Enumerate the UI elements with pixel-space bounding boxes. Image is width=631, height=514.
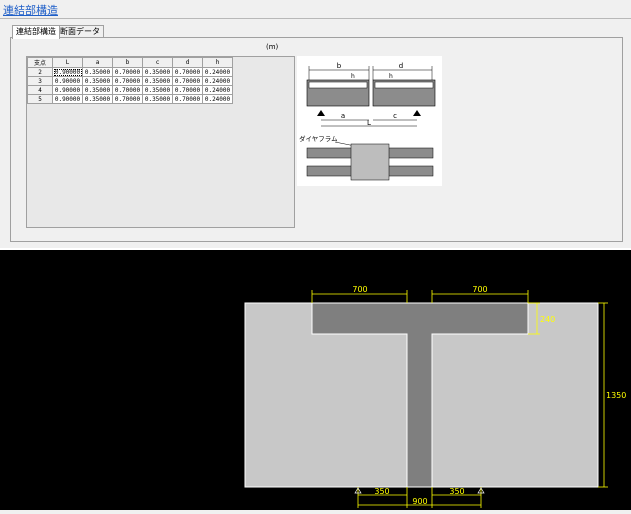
dim-height-label: 1350 [606,391,626,400]
table-cell[interactable]: 0.35000 [82,85,113,95]
table-cell[interactable]: 0.70000 [172,85,203,95]
table-cell[interactable]: 0.70000 [172,67,203,77]
label-c: c [393,112,397,120]
header-bar: 連結部構造 [0,0,631,19]
dim-left-top: 700 [352,285,367,294]
column-header[interactable]: 支点 [27,57,53,68]
table-row: 5 0.90000 0.35000 0.70000 0.35000 0.7000… [27,94,233,104]
dim-top [311,290,529,303]
dim-bottom-left: 350 [374,487,389,496]
support-table: 支点 L a b c d h 2 0.90000 0.35000 0.70000… [27,57,233,104]
table-cell[interactable]: 0.70000 [172,94,203,104]
dim-bottom-right: 350 [449,487,464,496]
table-cell[interactable]: 0.24000 [202,85,233,95]
table-cell[interactable]: 0.35000 [82,67,113,77]
label-a: a [341,112,345,120]
table-cell[interactable]: 0.35000 [142,85,173,95]
table-row: 3 0.90000 0.35000 0.70000 0.35000 0.7000… [27,76,233,86]
table-cell[interactable]: 0.70000 [172,76,203,86]
table-cell[interactable]: 0.35000 [82,76,113,86]
section-svg: 700 700 240 1350 350 350 900 [244,285,626,508]
unit-label: (m) [266,43,279,51]
table-cell[interactable]: 0.90000 [52,67,83,77]
table-cell[interactable]: 0.90000 [52,76,83,86]
table-cell[interactable]: 0.90000 [52,94,83,104]
row-header: 3 [27,76,53,86]
support-left-icon [317,110,325,116]
flange-left [308,81,368,89]
support-right-icon [413,110,421,116]
row-header: 2 [27,67,53,77]
table-cell[interactable]: 0.24000 [202,76,233,86]
diaphragm-block [350,143,390,181]
column-header[interactable]: h [202,57,233,68]
table-cell[interactable]: 0.24000 [202,67,233,77]
table-row: 2 0.90000 0.35000 0.70000 0.35000 0.7000… [27,67,233,77]
table-header-row: 支点 L a b c d h [27,57,233,68]
label-L: L [367,119,371,127]
label-b: b [337,62,342,70]
column-header[interactable]: a [82,57,113,68]
table-cell[interactable]: 0.35000 [142,76,173,86]
form-panel: 連結部構造 連結部構造 断面データ (m) 支点 L a b c d h 2 0… [0,0,631,250]
tab-renketsu[interactable]: 連結部構造 [12,25,60,39]
dim-right-top: 700 [472,285,487,294]
page-title: 連結部構造 [3,4,58,17]
table-cell[interactable]: 0.90000 [52,85,83,95]
schematic-svg: b d h h a c L ダイヤフラム [299,62,436,181]
tab-label: 連結部構造 [16,27,56,36]
table-cell[interactable]: 0.35000 [82,94,113,104]
label-h-right: h [389,73,393,80]
dim-flange-label: 240 [540,315,555,324]
table-cell[interactable]: 0.70000 [112,94,143,104]
column-header[interactable]: d [172,57,203,68]
table-row: 4 0.90000 0.35000 0.70000 0.35000 0.7000… [27,85,233,95]
label-d: d [399,62,403,70]
table-cell[interactable]: 0.35000 [142,94,173,104]
data-grid[interactable]: 支点 L a b c d h 2 0.90000 0.35000 0.70000… [26,56,295,228]
dim-bottom-total: 900 [412,497,427,506]
row-header: 5 [27,94,53,104]
tab-label: 断面データ [60,27,100,36]
flange-right [374,81,434,89]
column-header[interactable]: b [112,57,143,68]
label-diaphragm: ダイヤフラム [299,134,338,143]
column-header[interactable]: L [52,57,83,68]
table-cell[interactable]: 0.70000 [112,85,143,95]
column-header[interactable]: c [142,57,173,68]
label-h-left: h [351,73,355,80]
schematic-diagram: b d h h a c L ダイヤフラム [297,56,442,186]
row-header: 4 [27,85,53,95]
table-cell[interactable]: 0.24000 [202,94,233,104]
table-cell[interactable]: 0.70000 [112,76,143,86]
table-cell[interactable]: 0.35000 [142,67,173,77]
section-canvas[interactable]: 700 700 240 1350 350 350 900 [0,250,631,510]
table-cell[interactable]: 0.70000 [112,67,143,77]
